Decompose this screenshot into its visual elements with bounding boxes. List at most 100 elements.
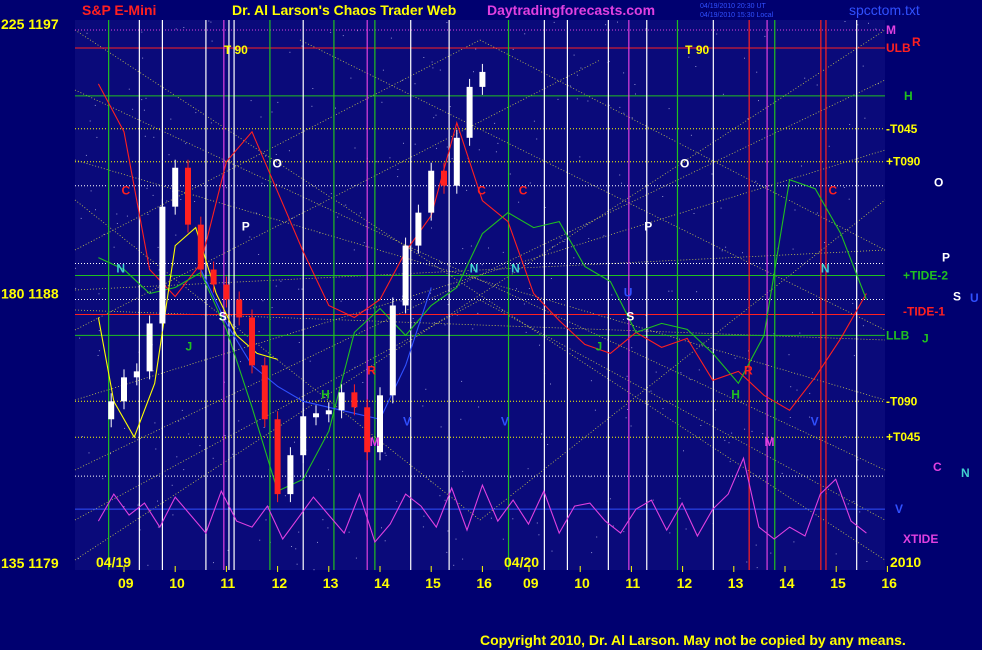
star-dot [446,146,448,148]
star-dot [477,312,479,314]
star-dot [590,380,592,382]
date-label: 2010 [890,554,921,570]
star-dot [145,97,147,99]
star-dot [715,409,716,411]
star-dot [576,98,578,100]
right-level-label: LLB [886,328,910,342]
plot-letter: R [744,363,753,377]
right-level-label: O [934,176,943,190]
star-dot [764,35,766,37]
star-dot [689,379,691,381]
right-level-label: +T090 [886,155,921,169]
star-dot [744,57,745,59]
star-dot [444,499,446,501]
x-tick-label: 11 [220,575,235,591]
x-tick-label: 13 [323,575,339,591]
x-tick-label: 12 [272,575,288,591]
star-dot [868,22,869,24]
star-dot [623,112,625,114]
star-dot [271,111,273,113]
star-dot [435,114,437,116]
star-dot [792,248,794,250]
star-dot [152,194,154,196]
star-dot [311,105,313,107]
star-dot [612,525,614,527]
star-dot [510,476,512,478]
star-dot [460,418,462,420]
star-dot [381,527,382,529]
star-dot [579,156,581,158]
star-dot [143,109,145,111]
plot-letter: P [644,220,652,234]
plot-letter: C [519,184,528,198]
star-dot [213,562,214,564]
star-dot [348,531,350,533]
right-level-label: S [953,289,961,303]
star-dot [466,189,468,191]
plot-letter: S [219,309,227,323]
star-dot [588,238,590,239]
star-dot [518,201,520,203]
price-bar [428,170,435,213]
star-dot [98,293,100,295]
plot-letter: T 90 [224,43,248,57]
y-axis-label: 135 1179 [1,555,59,571]
star-dot [696,291,698,293]
plot-letter: M [370,435,380,449]
x-tick-label: 09 [118,575,134,591]
star-dot [621,182,622,184]
star-dot [440,426,442,428]
star-dot [350,77,352,79]
star-dot [695,66,697,67]
star-dot [89,120,91,122]
star-dot [533,120,535,122]
star-dot [790,386,792,388]
header-title: Dr. Al Larson's Chaos Trader Web [232,2,456,18]
right-level-label: V [895,502,903,516]
star-dot [295,548,297,550]
star-dot [240,361,241,363]
star-dot [729,461,731,463]
star-dot [328,469,329,471]
star-dot [113,246,115,248]
star-dot [816,212,818,214]
star-dot [444,324,446,326]
star-dot [389,157,391,159]
star-dot [432,67,434,69]
star-dot [75,287,77,289]
star-dot [591,552,593,554]
star-dot [862,325,864,327]
star-dot [322,519,324,521]
price-bar [210,269,217,285]
plot-letter: C [121,184,130,198]
star-dot [446,22,448,23]
star-dot [804,77,806,79]
star-dot [166,200,168,202]
price-bar [313,413,319,418]
star-dot [756,71,758,73]
star-dot [258,254,260,255]
star-dot [95,209,96,211]
star-dot [157,500,158,502]
star-dot [94,104,96,106]
star-dot [580,67,582,69]
star-dot [725,246,727,248]
star-dot [397,169,399,170]
star-dot [292,217,293,219]
price-bar [415,212,422,246]
star-dot [509,173,511,175]
star-dot [431,61,433,63]
star-dot [275,285,277,287]
star-dot [79,337,81,339]
star-dot [238,420,240,422]
star-dot [630,425,632,427]
star-dot [756,567,758,569]
star-dot [809,392,811,394]
right-level-label: R [912,35,921,49]
star-dot [210,21,212,23]
star-dot [857,459,859,461]
star-dot [355,557,357,559]
star-dot [473,71,474,73]
star-dot [852,302,854,304]
price-bar [159,206,166,324]
